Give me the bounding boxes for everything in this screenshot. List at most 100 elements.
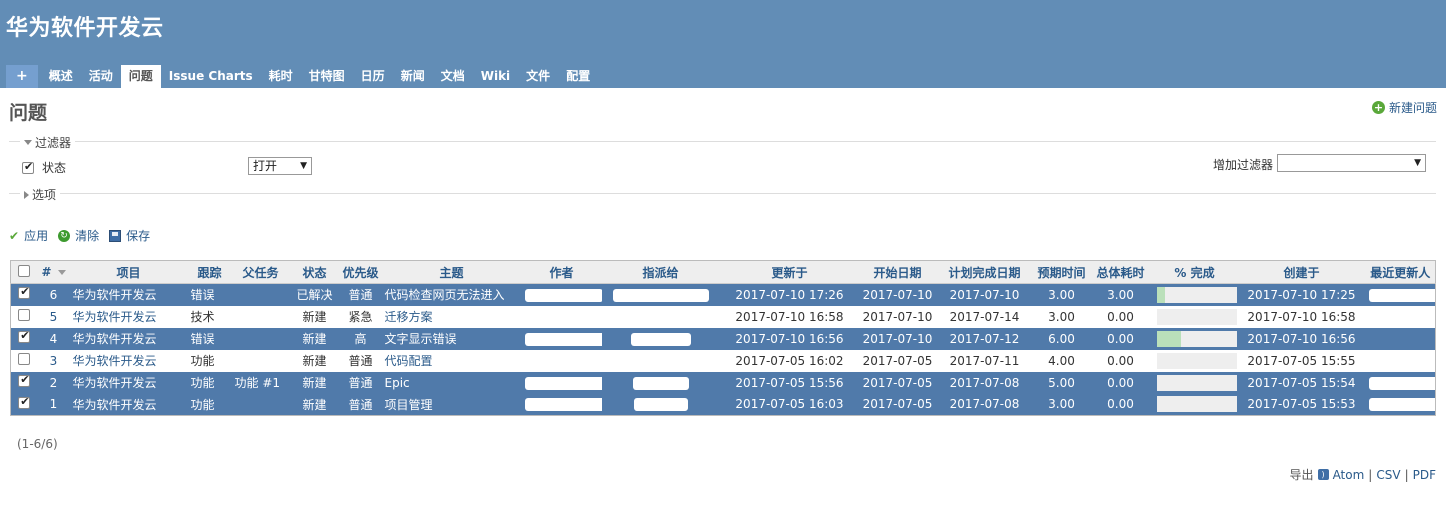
issue-id-link[interactable]: 3: [50, 354, 58, 368]
tab-item[interactable]: 活动: [81, 65, 121, 88]
feed-icon: ): [1317, 469, 1329, 480]
column-header[interactable]: 作者: [521, 260, 602, 284]
subject-link[interactable]: 代码配置: [385, 354, 433, 368]
tab-item[interactable]: Wiki: [473, 65, 518, 88]
subject-link[interactable]: 迁移方案: [385, 310, 433, 324]
row-checkbox[interactable]: [18, 285, 31, 300]
issue-id[interactable]: 6: [37, 283, 70, 306]
atom-link[interactable]: Atom: [1333, 468, 1365, 482]
project-link[interactable]: 华为软件开发云: [73, 354, 157, 368]
site-title[interactable]: 华为软件开发云: [6, 10, 164, 42]
column-header[interactable]: 更新于: [719, 260, 860, 284]
save-button[interactable]: 保存: [109, 227, 150, 244]
add-filter-select[interactable]: ▼: [1277, 154, 1426, 172]
project-link[interactable]: 华为软件开发云: [73, 376, 157, 390]
updated-cell: 2017-07-05 16:02: [719, 349, 860, 372]
new-issue-link[interactable]: + 新建问题: [1371, 99, 1437, 116]
new-object-tab[interactable]: +: [6, 65, 38, 88]
tab-item[interactable]: 文档: [433, 65, 473, 88]
table-row[interactable]: 2华为软件开发云功能功能 #1新建普通Epic2017-07-05 15:562…: [10, 371, 1436, 394]
redacted-author: [524, 398, 602, 412]
project-link[interactable]: 华为软件开发云: [73, 310, 157, 324]
subject-link[interactable]: 项目管理: [385, 398, 433, 412]
row-checkbox[interactable]: [18, 309, 31, 321]
tab-item[interactable]: 文件: [518, 65, 558, 88]
row-checkbox[interactable]: [18, 353, 31, 365]
tab-item[interactable]: 新闻: [393, 65, 433, 88]
progress-fill: [1156, 330, 1181, 347]
column-header[interactable]: 计划完成日期: [935, 260, 1034, 284]
export-label: 导出: [1289, 468, 1314, 482]
assignee-cell: [601, 305, 720, 328]
issue-id[interactable]: 3: [37, 349, 70, 372]
pdf-link[interactable]: PDF: [1413, 468, 1436, 482]
csv-link[interactable]: CSV: [1376, 468, 1400, 482]
table-row[interactable]: 6 华为软件开发云 错误 已解决普通代码检查网页无法进入 2017-07-10 17:2…: [10, 283, 1436, 306]
column-header[interactable]: 最近更新人: [1365, 260, 1436, 284]
column-header[interactable]: % 完成: [1151, 260, 1238, 284]
select-all-checkbox[interactable]: [18, 264, 31, 277]
issue-id-link[interactable]: 6: [50, 288, 58, 302]
subject-link[interactable]: 文字显示错误: [385, 332, 457, 346]
status-cell: 新建: [289, 327, 340, 350]
column-header[interactable]: 状态: [289, 260, 340, 284]
tab-item[interactable]: 耗时: [261, 65, 301, 88]
tab-item[interactable]: 甘特图: [301, 65, 353, 88]
issue-id[interactable]: 5: [37, 305, 70, 328]
column-header[interactable]: 父任务: [231, 260, 290, 284]
table-row[interactable]: 4华为软件开发云错误新建高文字显示错误2017-07-10 16:562017-…: [10, 327, 1436, 350]
row-checkbox[interactable]: [18, 373, 31, 387]
export-links: 导出 ) Atom | CSV | PDF: [1290, 466, 1436, 483]
column-header[interactable]: 跟踪: [187, 260, 232, 284]
status-filter-label: 状态: [42, 161, 67, 175]
table-row[interactable]: 1华为软件开发云功能新建普通项目管理2017-07-05 16:032017-0…: [10, 393, 1436, 416]
redacted-assignee: [612, 288, 709, 302]
column-header[interactable]: 预期时间: [1033, 260, 1090, 284]
clear-button[interactable]: ↻ 清除: [58, 227, 99, 244]
apply-button[interactable]: ✔ 应用: [9, 227, 48, 244]
row-checkbox[interactable]: [18, 329, 31, 343]
status-filter-checkbox[interactable]: [22, 160, 34, 174]
tab-item[interactable]: 日历: [353, 65, 393, 88]
table-row[interactable]: 5 华为软件开发云 技术 新建 紧急 迁移方案 2017-07-10 16:58 2017-0…: [10, 305, 1436, 328]
redacted-last-updated-by: [1368, 398, 1436, 412]
column-header[interactable]: 创建于: [1237, 260, 1366, 284]
tab-item[interactable]: 问题: [120, 65, 161, 88]
table-row[interactable]: 3 华为软件开发云 功能 新建 普通 代码配置 2017-07-05 16:02 2017-0…: [10, 349, 1436, 372]
column-header[interactable]: 优先级: [339, 260, 382, 284]
subject-link[interactable]: Epic: [385, 376, 410, 390]
project-link[interactable]: 华为软件开发云: [73, 332, 157, 346]
tab-item[interactable]: 配置: [558, 65, 598, 88]
issue-id[interactable]: 4: [37, 327, 70, 350]
column-header[interactable]: 项目: [69, 260, 188, 284]
column-header[interactable]: #: [37, 260, 70, 284]
column-header[interactable]: 指派给: [601, 260, 720, 284]
tab-item[interactable]: Issue Charts: [161, 65, 261, 88]
issue-id-link[interactable]: 2: [50, 376, 58, 390]
due-date-cell: 2017-07-14: [935, 305, 1034, 328]
updated-cell: 2017-07-05 15:56: [719, 371, 860, 394]
separator: |: [1368, 467, 1373, 482]
done-ratio-cell: [1151, 349, 1238, 372]
options-legend[interactable]: 选项: [20, 186, 61, 203]
column-header[interactable]: 主题: [381, 260, 522, 284]
subject-link[interactable]: 代码检查网页无法进入: [385, 288, 505, 302]
tracker-cell: 错误: [187, 327, 232, 350]
done-ratio-cell: [1151, 393, 1238, 416]
tab-item[interactable]: 概述: [41, 65, 81, 88]
assignee-cell: [601, 393, 720, 416]
status-operator-select[interactable]: 打开 ▼: [248, 157, 312, 175]
row-checkbox[interactable]: [18, 395, 31, 409]
parent-link[interactable]: 功能 #1: [235, 376, 281, 390]
issue-id-link[interactable]: 5: [50, 310, 58, 324]
column-header[interactable]: 开始日期: [859, 260, 936, 284]
issue-id-link[interactable]: 4: [50, 332, 58, 346]
issue-id[interactable]: 2: [37, 371, 70, 394]
filters-legend[interactable]: 过滤器: [20, 134, 76, 151]
issue-id-link[interactable]: 1: [50, 397, 58, 411]
project-link[interactable]: 华为软件开发云: [73, 398, 157, 412]
project-link[interactable]: 华为软件开发云: [73, 288, 157, 302]
sort-desc-icon: [57, 270, 66, 275]
column-header[interactable]: 总体耗时: [1089, 260, 1152, 284]
issue-id[interactable]: 1: [37, 393, 70, 416]
